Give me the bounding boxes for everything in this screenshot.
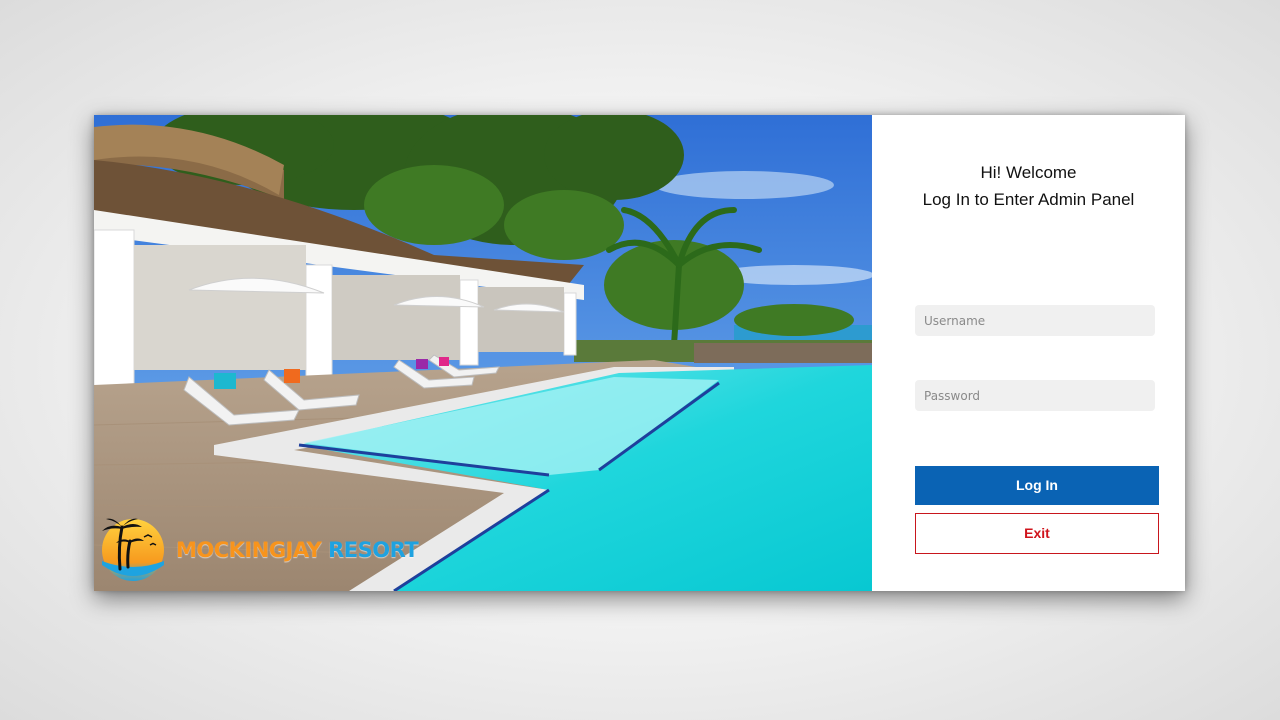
login-panel: Hi! Welcome Log In to Enter Admin Panel … xyxy=(872,115,1185,591)
brand-logo: MOCKINGJAY RESORT xyxy=(100,517,419,583)
username-field[interactable] xyxy=(915,305,1155,336)
welcome-line1: Hi! Welcome xyxy=(980,163,1077,182)
brand-name-part2: RESORT xyxy=(328,538,419,562)
welcome-heading: Hi! Welcome Log In to Enter Admin Panel xyxy=(872,159,1185,213)
resort-photo: MOCKINGJAY RESORT xyxy=(94,115,872,591)
password-field[interactable] xyxy=(915,380,1155,411)
welcome-line2: Log In to Enter Admin Panel xyxy=(922,190,1135,209)
exit-button[interactable]: Exit xyxy=(915,513,1159,554)
brand-name: MOCKINGJAY RESORT xyxy=(176,538,419,562)
login-window: MOCKINGJAY RESORT Hi! Welcome Log In to … xyxy=(94,115,1185,591)
brand-name-part1: MOCKINGJAY xyxy=(176,538,322,562)
sunset-palm-icon xyxy=(102,518,164,581)
login-button[interactable]: Log In xyxy=(915,466,1159,505)
